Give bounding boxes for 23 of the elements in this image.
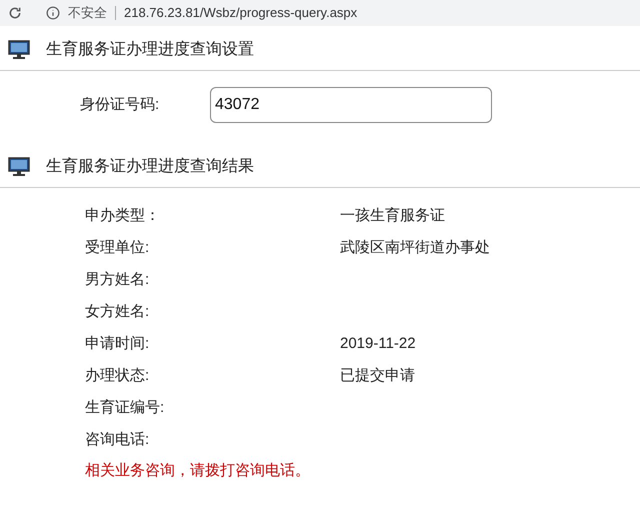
field-label: 受理单位: <box>85 238 150 258</box>
field-label: 申请时间: <box>85 334 150 354</box>
security-label: 不安全 <box>68 4 107 22</box>
id-label: 身份证号码: <box>80 94 160 115</box>
field-value: 已提交申请 <box>340 366 415 386</box>
field-label: 办理状态: <box>85 366 150 386</box>
notice-text: 相关业务咨询，请拨打咨询电话。 <box>85 461 311 481</box>
monitor-icon <box>8 40 30 60</box>
field-value: 一孩生育服务证 <box>340 206 445 226</box>
section-title: 生育服务证办理进度查询结果 <box>46 156 254 177</box>
field-value: 2019-11-22 <box>340 334 416 354</box>
url-text[interactable]: 218.76.23.81/Wsbz/progress-query.aspx <box>124 3 358 23</box>
field-label: 女方姓名: <box>85 302 150 322</box>
info-icon[interactable] <box>46 6 60 20</box>
monitor-icon <box>8 157 30 177</box>
reload-icon[interactable] <box>8 6 22 20</box>
field-label: 咨询电话: <box>85 430 150 450</box>
field-label: 生育证编号: <box>85 398 166 418</box>
section-title: 生育服务证办理进度查询设置 <box>46 39 254 60</box>
id-input-field[interactable]: 43072 <box>210 87 492 123</box>
field-value: 武陵区南坪街道办事处 <box>340 238 490 258</box>
field-label: 申办类型： <box>85 206 161 226</box>
field-label: 男方姓名: <box>85 270 150 290</box>
